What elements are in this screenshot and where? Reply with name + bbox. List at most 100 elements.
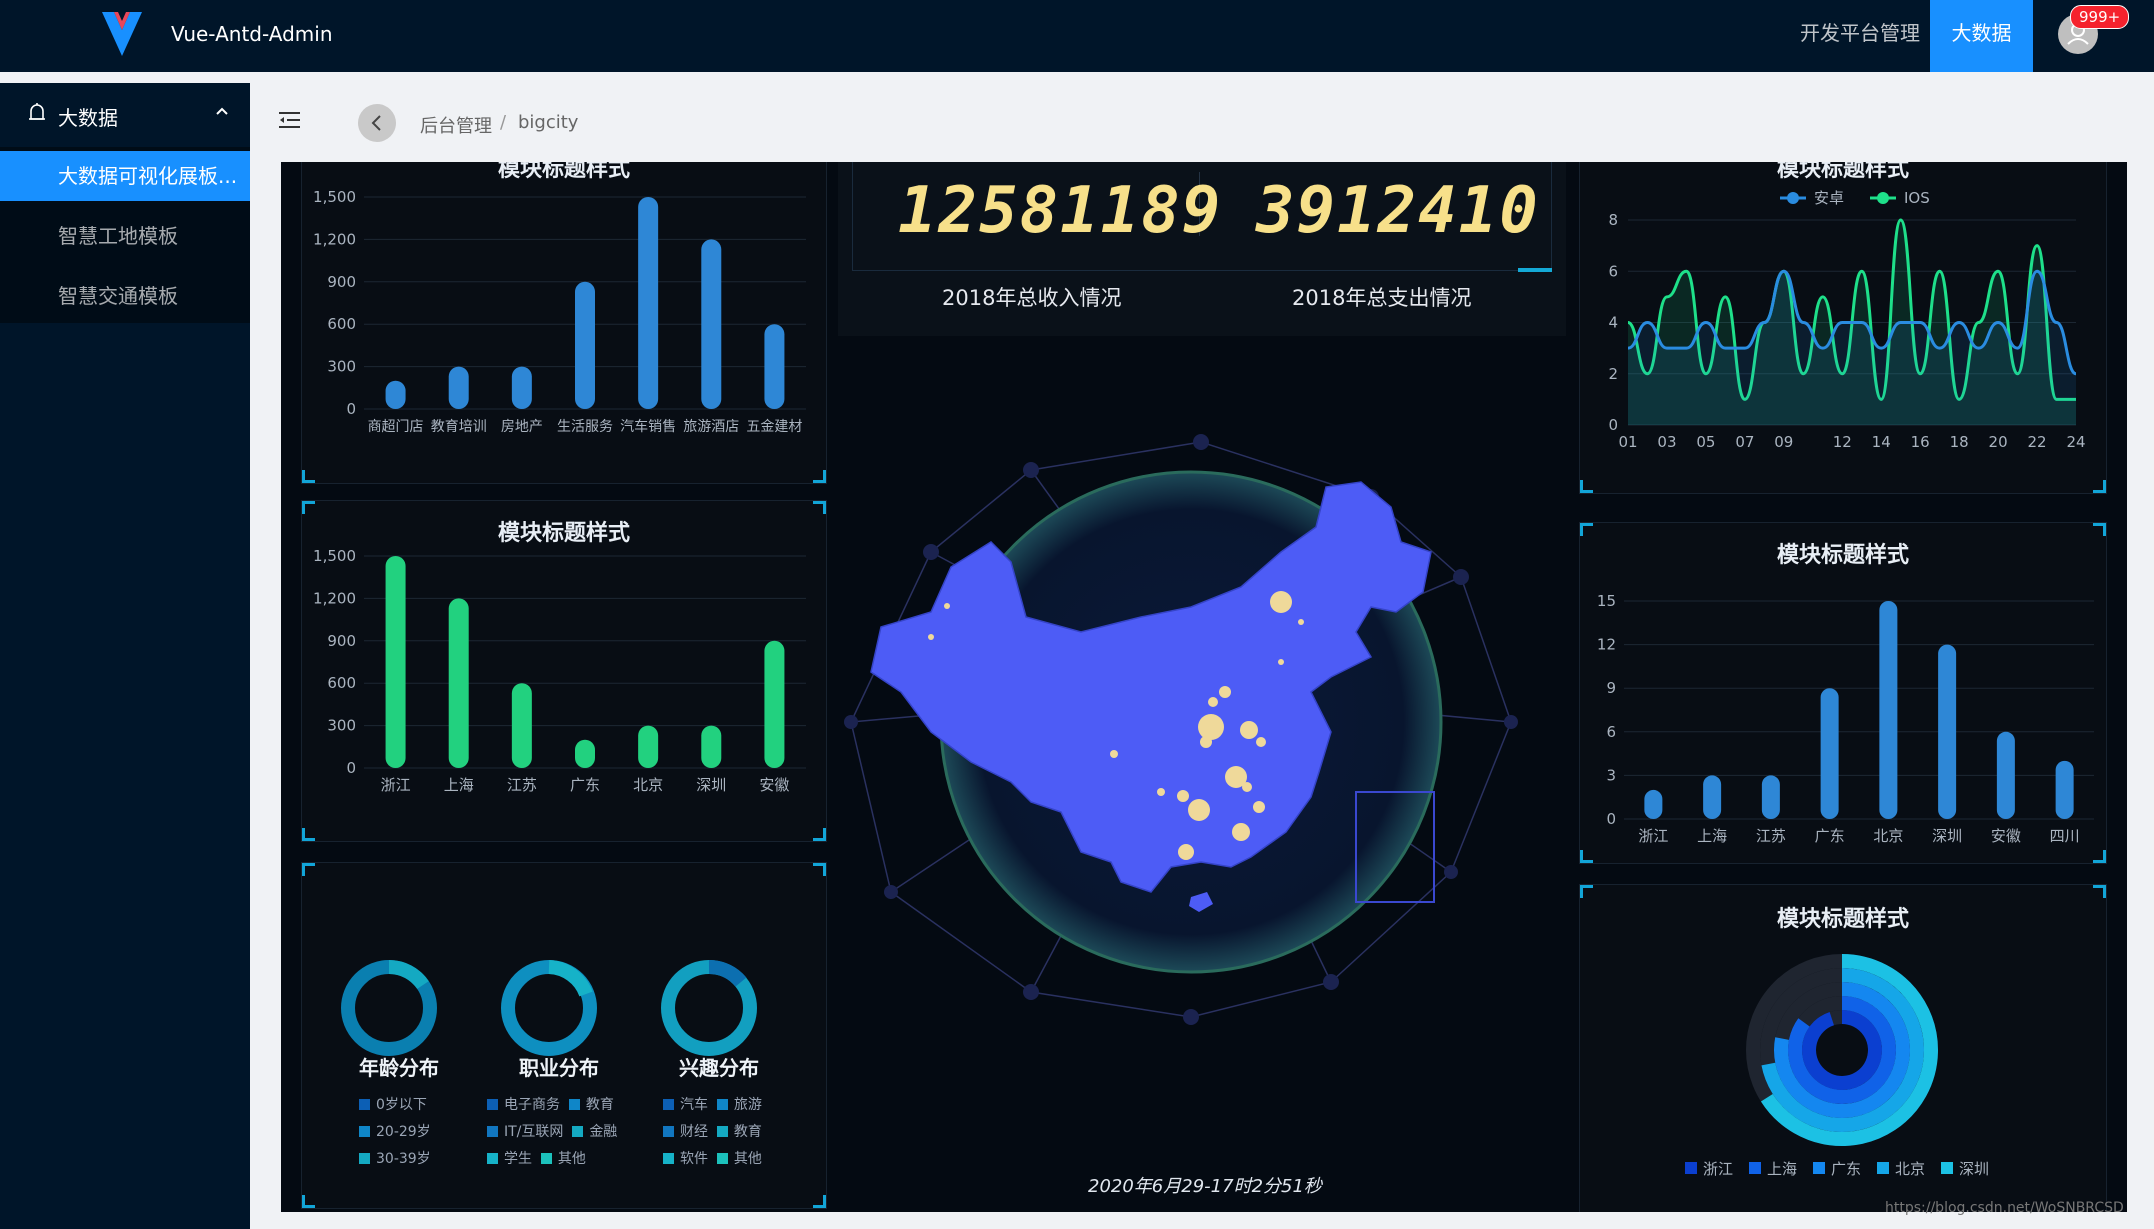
sidebar: 大数据 大数据可视化展板... 智慧工地模板 智慧交通模板 [0,83,250,1229]
x-tick-label: 旅游酒店 [683,419,739,435]
y-tick-label: 1,500 [313,547,356,565]
bar [448,598,469,768]
bar [701,725,722,768]
x-tick-label: 浙江 [1638,827,1668,845]
sidebar-item-bigdata-board[interactable]: 大数据可视化展板... [0,151,250,201]
bar [385,380,406,409]
x-tick-label: 09 [1774,433,1793,451]
expense-counter: 3912410 [1256,174,1540,248]
x-tick-label: 北京 [1873,827,1903,845]
x-tick-label: 深圳 [696,776,726,794]
province-green-bar-chart: 0 300 600 900 1,200 1,500 浙江 上海 江苏 广东 北京 深圳 安徽 [313,547,806,794]
x-tick-label: 江苏 [1756,827,1786,845]
sidebar-item-construction[interactable]: 智慧工地模板 [0,211,250,261]
legend-label: 上海 [1767,1160,1797,1178]
x-tick-label: 上海 [444,776,474,794]
sidebar-group-big-data[interactable]: 大数据 [0,83,250,147]
x-tick-label: 教育培训 [431,419,487,435]
x-tick-label: 安徽 [1991,827,2021,845]
legend-label: IOS [1904,189,1930,207]
sidebar-submenu: 大数据可视化展板... 智慧工地模板 智慧交通模板 [0,147,250,323]
donut-charts [341,959,757,1056]
y-tick-label: 3 [1606,766,1616,784]
income-caption: 2018年总收入情况 [942,286,1122,310]
bar [2055,760,2074,819]
legend-label: 浙江 [1703,1160,1733,1178]
expense-caption: 2018年总支出情况 [1292,286,1472,310]
menu-fold-icon[interactable] [278,110,302,130]
x-tick-label: 房地产 [501,419,543,435]
y-tick-label: 0 [346,400,356,418]
legend-interest: 汽车 旅游 财经 教育 软件 其他 [663,1092,813,1173]
x-tick-label: 江苏 [507,776,537,794]
radial-bar-chart: 浙江 上海 广东 北京 深圳 [1685,954,1989,1178]
bar [1644,789,1663,819]
bar [1761,775,1780,819]
x-tick-label: 五金建材 [746,419,802,435]
legend-swatch [1813,1162,1825,1174]
bar [448,366,469,409]
y-tick-label: 900 [327,632,356,650]
bar [638,197,659,409]
x-tick-label: 12 [1833,433,1852,451]
donut-job [501,960,597,1056]
x-tick-label: 05 [1696,433,1715,451]
nav-big-data[interactable]: 大数据 [1930,0,2033,72]
y-tick-label: 4 [1608,314,1618,332]
x-tick-label: 07 [1735,433,1754,451]
bar [511,366,532,409]
y-tick-label: 1,200 [313,230,356,248]
device-line-chart: 0246801 03 05 07 09 12 14 16 18 20 22 24安卓 IOS [1608,189,2085,451]
y-tick-label: 12 [1597,636,1616,654]
panel-province-green-bars: 模块标题样式 0 300 600 900 1,200 1,500 浙江 上海 江苏 广东 北京 深圳安… [301,500,827,842]
nav-dev-platform[interactable]: 开发平台管理 [1800,0,1920,72]
x-tick-label: 01 [1618,433,1637,451]
sidebar-item-traffic[interactable]: 智慧交通模板 [0,271,250,321]
bar [1703,775,1722,819]
x-tick-label: 20 [1989,433,2008,451]
y-tick-label: 1,500 [313,188,356,206]
legend-marker [1877,192,1889,204]
x-tick-label: 18 [1950,433,1969,451]
breadcrumb-item-admin[interactable]: 后台管理 [420,112,492,138]
legend-marker [1787,192,1799,204]
y-tick-label: 0 [1608,416,1618,434]
donut-age [341,959,437,1056]
panel-line-chart: 模块标题样式 0 2 4 6 8 01 03 05 07 09 12 14 16 18 20 22 24 安卓 IO… [1579,162,2107,494]
alarm-icon [29,103,45,120]
bar [385,556,406,768]
x-tick-label: 24 [2066,433,2085,451]
bar [701,239,722,409]
bar [638,725,659,768]
y-tick-label: 600 [327,315,356,333]
panel-radial-chart: 模块标题样式 浙江 上海 广东 北京 深圳 [1579,884,2107,1212]
y-tick-label: 0 [346,759,356,777]
y-tick-label: 9 [1606,679,1616,697]
legend-label: 广东 [1831,1160,1861,1178]
x-tick-label: 汽车销售 [620,418,676,435]
dashboard-screen: 模块标题样式 0 300 600 900 1,200 1,500 商超门店 教育培训 房地产 生活… [281,162,2127,1212]
back-button[interactable] [358,104,396,142]
radial-bar [1802,1010,1882,1090]
x-tick-label: 四川 [2050,827,2080,845]
breadcrumb-separator: / [500,112,507,133]
legend-swatch [1685,1162,1697,1174]
breadcrumb-bar: 后台管理 / bigcity [250,72,2154,162]
panel-counters: 12581189 3912410 2018年总收入情况 2018年总支出情况 [838,162,1566,336]
sidebar-group-label: 大数据 [58,106,118,130]
notification-badge: 999+ [2070,5,2130,29]
vue-antd-logo[interactable] [100,10,144,58]
bar [575,281,595,409]
x-tick-label: 22 [2027,433,2046,451]
province-blue-bar-chart: 0 3 6 9 12 15 浙江 上海 江苏 广东 北京 深圳 安徽 四川 [1597,592,2094,845]
x-tick-label: 14 [1872,433,1891,451]
y-tick-label: 900 [327,273,356,291]
y-tick-label: 1,200 [313,589,356,607]
bar [1820,688,1839,819]
y-tick-label: 0 [1606,810,1616,828]
x-tick-label: 广东 [1815,827,1845,845]
y-tick-label: 300 [327,358,356,376]
bar [764,640,785,768]
breadcrumb-item-bigcity: bigcity [518,112,579,133]
sidebar-item-label: 智慧交通模板 [58,284,178,308]
